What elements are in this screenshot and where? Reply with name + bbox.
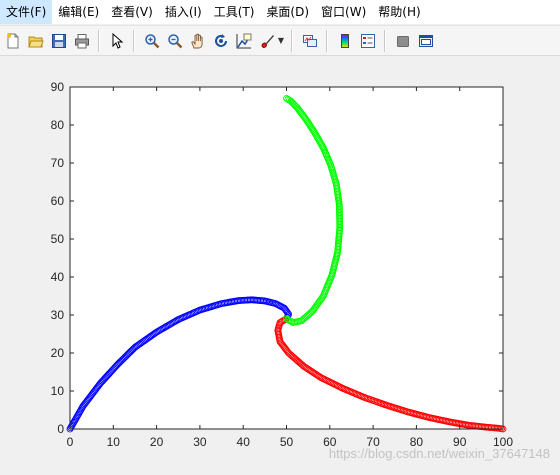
menu-item-1[interactable]: 编辑(E): [52, 0, 105, 24]
pan-hand-icon: [191, 33, 203, 48]
save-icon: [52, 33, 66, 48]
hide-plot-tools-button[interactable]: [393, 30, 413, 52]
toolbar-separator: [133, 29, 135, 52]
y-tick-label: 20: [51, 346, 65, 360]
colorbar-icon: [341, 33, 349, 48]
save-button[interactable]: [49, 30, 69, 52]
y-tick-label: 90: [51, 80, 65, 94]
menu-bar: 文件(F) 编辑(E) 查看(V) 插入(I) 工具(T) 桌面(D) 窗口(W) 帮助(H): [0, 0, 560, 24]
legend-icon: [361, 33, 375, 48]
rotate-3d-button[interactable]: [211, 30, 231, 52]
open-folder-icon: [28, 36, 44, 47]
y-tick-label: 60: [51, 194, 65, 208]
colorbar-button[interactable]: [335, 30, 355, 52]
menu-item-0[interactable]: 文件(F): [0, 0, 53, 24]
brush-icon: [261, 34, 274, 48]
zoom-out-icon: [168, 33, 183, 48]
print-icon: [75, 33, 89, 48]
figure-toolbar: ▼: [0, 25, 560, 56]
toolbar-separator: [291, 29, 293, 52]
data-cursor-icon: [236, 33, 252, 48]
toolbar-separator: [326, 29, 328, 52]
x-tick-label: 50: [280, 435, 294, 449]
brush-button[interactable]: [257, 30, 277, 52]
y-tick-label: 10: [51, 384, 65, 398]
plot-svg: 0 10 20 30 40 50 60 70 80 90 100010203040506070809…: [51, 80, 514, 449]
menu-item-2[interactable]: 查看(V): [105, 0, 159, 24]
menu-item-3[interactable]: 插入(I): [159, 0, 208, 24]
watermark-text: https://blog.csdn.net/weixin_37647148: [328, 446, 550, 461]
pointer-arrow-button[interactable]: [107, 30, 127, 52]
pointer-arrow-icon: [112, 32, 124, 49]
pan-hand-button[interactable]: [188, 30, 208, 52]
x-tick-label: 30: [193, 435, 207, 449]
y-tick-label: 0: [57, 422, 64, 436]
x-tick-label: 40: [237, 435, 251, 449]
menu-item-6[interactable]: 窗口(W): [315, 0, 372, 24]
y-tick-label: 40: [51, 270, 65, 284]
legend-button[interactable]: [358, 30, 378, 52]
show-plot-tools-icon: [419, 34, 433, 47]
y-tick-label: 50: [51, 232, 65, 246]
x-tick-label: 10: [107, 435, 121, 449]
hide-plot-tools-icon: [397, 35, 409, 47]
chevron-down-icon[interactable]: ▼: [277, 30, 285, 52]
print-button[interactable]: [72, 30, 92, 52]
new-file-icon: [7, 33, 19, 48]
y-tick-label: 30: [51, 308, 65, 322]
zoom-in-button[interactable]: [142, 30, 162, 52]
zoom-in-icon: [145, 33, 160, 48]
rotate-3d-icon: [215, 33, 227, 47]
data-cursor-button[interactable]: [234, 30, 254, 52]
y-tick-label: 80: [51, 118, 65, 132]
axes-background: [70, 87, 503, 429]
show-plot-tools-button[interactable]: [416, 30, 436, 52]
zoom-out-button[interactable]: [165, 30, 185, 52]
x-tick-label: 0: [67, 435, 74, 449]
new-file-button[interactable]: [3, 30, 23, 52]
link-plot-button[interactable]: [300, 30, 320, 52]
toolbar-separator: [98, 29, 100, 52]
link-plot-icon: [303, 34, 317, 47]
menu-item-4[interactable]: 工具(T): [208, 0, 261, 24]
menu-item-5[interactable]: 桌面(D): [260, 0, 315, 24]
menu-item-7[interactable]: 帮助(H): [372, 0, 426, 24]
y-tick-label: 70: [51, 156, 65, 170]
toolbar-separator: [384, 29, 386, 52]
x-tick-label: 20: [150, 435, 164, 449]
open-folder-button[interactable]: [26, 30, 46, 52]
figure-canvas: 0 10 20 30 40 50 60 70 80 90 100 0 10 20 30 40 50 60 70 80 9…: [0, 56, 560, 475]
